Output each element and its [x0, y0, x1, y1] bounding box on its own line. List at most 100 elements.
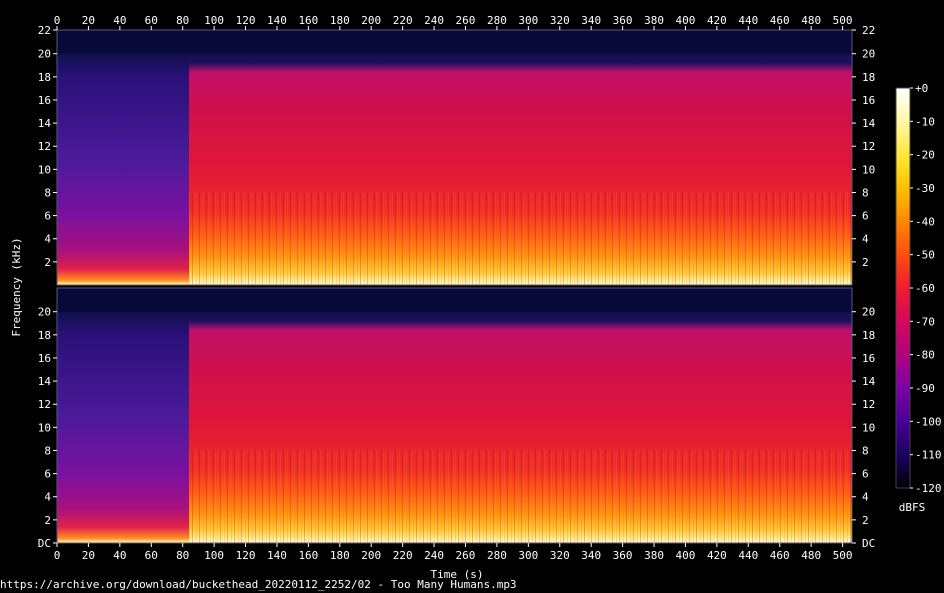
channel-1-ytick-label-left: 14: [38, 117, 52, 130]
colorbar: +0 -10 -20 -30 -40 -50 -60 -70 -80 -90 -100 -110 -12…: [895, 82, 942, 495]
xtick-label-bottom: 460: [770, 549, 790, 562]
xtick-label-bottom: 380: [644, 549, 664, 562]
xtick-label-bottom: 0: [54, 549, 61, 562]
channel-2-ytick-label-right: 10: [862, 421, 875, 434]
channel-2-ytick-label-left: 8: [44, 444, 51, 457]
xtick-label-top: 440: [738, 14, 758, 27]
channel-2-ytick-label-left: 20: [38, 306, 51, 319]
channel-2-ytick-label-left: 18: [38, 329, 51, 342]
channel-1-ytick-label-left: 18: [38, 71, 51, 84]
colorbar-tick-label: -70: [915, 315, 935, 328]
xtick-label-top: 20: [82, 14, 95, 27]
channel-2-ytick-label-right: 16: [862, 352, 875, 365]
channel-1-ytick-label-left: 16: [38, 94, 51, 107]
xtick-label-top: 40: [113, 14, 126, 27]
xtick-label-bottom: 60: [145, 549, 158, 562]
colorbar-tick-label: -60: [915, 282, 935, 295]
colorbar-tick-label: -10: [915, 115, 935, 128]
channel-2-ytick-label-right: 6: [862, 468, 869, 481]
xtick-label-top: 300: [518, 14, 538, 27]
channel-2-ytick-label-right: 18: [862, 329, 875, 342]
xtick-label-bottom: 40: [113, 549, 126, 562]
channel-1-ytick-label-left: 22: [38, 24, 51, 37]
xtick-label-bottom: 80: [176, 549, 189, 562]
channel-1-ytick-label-left: 8: [44, 186, 51, 199]
channel-1-ytick-label-right: 12: [862, 140, 875, 153]
xtick-label-bottom: 420: [707, 549, 727, 562]
channel-2-ytick-label-left: 14: [38, 375, 52, 388]
xtick-label-bottom: 120: [236, 549, 256, 562]
channel-1-texture-1: [188, 192, 852, 285]
colorbar-tick-label: +0: [915, 82, 928, 95]
channel-1-ytick-label-left: 4: [44, 233, 51, 246]
xtick-label-top: 220: [393, 14, 413, 27]
colorbar-tick-label: -40: [915, 215, 935, 228]
xtick-label-top: 500: [833, 14, 853, 27]
channel-2-segment-0: [57, 311, 189, 543]
colorbar-tick-label: -120: [915, 482, 942, 495]
xtick-label-top: 320: [550, 14, 570, 27]
xtick-label-top: 480: [801, 14, 821, 27]
xtick-label-top: 280: [487, 14, 507, 27]
xtick-label-bottom: 260: [456, 549, 476, 562]
plot-layer: [56, 29, 853, 544]
xtick-label-top: 100: [204, 14, 224, 27]
channel-2-ytick-label-left: 16: [38, 352, 51, 365]
channel-1-ytick-label-left: 2: [44, 256, 51, 269]
channel-1-ytick-label-left: 10: [38, 163, 51, 176]
channel-2-ytick-label-right: 14: [862, 375, 876, 388]
xtick-label-bottom: 240: [424, 549, 444, 562]
xtick-label-top: 120: [236, 14, 256, 27]
channel-1-segment-0: [57, 53, 189, 285]
xtick-label-top: 360: [613, 14, 633, 27]
channel-2-ytick-label-right: 8: [862, 444, 869, 457]
xtick-label-bottom: 200: [361, 549, 381, 562]
colorbar-tick-label: -110: [915, 449, 942, 462]
xtick-label-bottom: 480: [801, 549, 821, 562]
xtick-label-bottom: 300: [518, 549, 538, 562]
colorbar-title: dBFS: [899, 501, 926, 514]
channel-2-texture-1: [188, 450, 852, 543]
channel-2-ytick-label-left: 12: [38, 398, 51, 411]
channel-2-ytick-label-right: DC: [862, 537, 875, 550]
xtick-label-top: 340: [581, 14, 601, 27]
colorbar-tick-label: -30: [915, 182, 935, 195]
xtick-label-bottom: 220: [393, 549, 413, 562]
xtick-label-top: 400: [676, 14, 696, 27]
spectrogram-chart: 2 24 46 68 810 1012 1214 1416 1618 1820 2022 22DC DC…: [10, 14, 942, 581]
xtick-label-bottom: 500: [833, 549, 853, 562]
xtick-label-bottom: 160: [298, 549, 318, 562]
xtick-label-bottom: 340: [581, 549, 601, 562]
xtick-label-top: 380: [644, 14, 664, 27]
xtick-label-top: 0: [54, 14, 61, 27]
channel-1-ytick-label-right: 20: [862, 48, 875, 61]
colorbar-tick-label: -50: [915, 249, 935, 262]
xtick-label-bottom: 440: [738, 549, 758, 562]
channel-1-ytick-label-left: 20: [38, 48, 51, 61]
xtick-label-top: 240: [424, 14, 444, 27]
channel-2-ytick-label-right: 20: [862, 306, 875, 319]
channel-2-ytick-label-right: 12: [862, 398, 875, 411]
xtick-label-top: 60: [145, 14, 158, 27]
xtick-label-top: 260: [456, 14, 476, 27]
xtick-label-top: 420: [707, 14, 727, 27]
colorbar-tick-label: -90: [915, 382, 935, 395]
channel-2-ytick-label-left: 10: [38, 421, 51, 434]
source-url: https://archive.org/download/buckethead_…: [0, 578, 517, 591]
xtick-label-top: 180: [330, 14, 350, 27]
xtick-label-bottom: 100: [204, 549, 224, 562]
channel-2-ytick-label-left: 2: [44, 514, 51, 527]
channel-2-ytick-label-right: 2: [862, 514, 869, 527]
channel-1-ytick-label-right: 18: [862, 71, 875, 84]
channel-1-ytick-label-right: 16: [862, 94, 875, 107]
channel-2-ytick-label-left: DC: [38, 537, 51, 550]
colorbar-tick-label: -80: [915, 349, 935, 362]
xtick-label-bottom: 280: [487, 549, 507, 562]
xtick-label-top: 160: [298, 14, 318, 27]
xtick-label-top: 140: [267, 14, 287, 27]
colorbar-tick-label: -20: [915, 149, 935, 162]
channel-2-ytick-label-right: 4: [862, 491, 869, 504]
channel-1-ytick-label-right: 8: [862, 186, 869, 199]
xtick-label-bottom: 360: [613, 549, 633, 562]
channel-2-ytick-label-left: 6: [44, 468, 51, 481]
